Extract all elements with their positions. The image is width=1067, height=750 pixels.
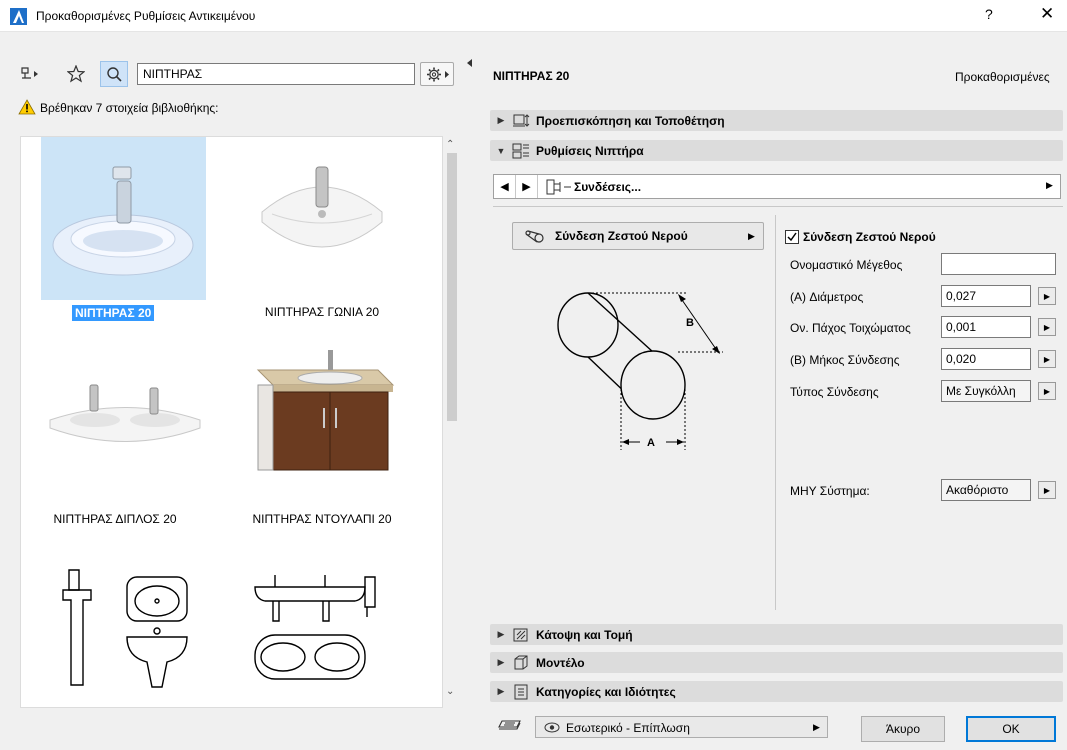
nominal-size-input[interactable] <box>941 253 1056 275</box>
layer-dropdown[interactable]: Εσωτερικό - Επίπλωση ▶ <box>535 716 828 738</box>
pipe-dimension-diagram: A B <box>557 292 723 450</box>
library-item-label[interactable]: ΝΙΠΤΗΡΑΣ ΔΙΠΛΟΣ 20 <box>15 512 215 526</box>
library-item[interactable] <box>55 565 195 690</box>
connection-length-label: (B) Μήκος Σύνδεσης <box>790 353 900 367</box>
section-label: Μοντέλο <box>536 655 585 670</box>
page-dropdown-arrow-icon[interactable]: ▶ <box>1046 180 1053 191</box>
mep-system-label: ΜΗΥ Σύστημα: <box>790 484 870 498</box>
panel-splitter[interactable] <box>463 32 477 750</box>
checkmark-icon <box>787 232 797 242</box>
diagram-label-a: A <box>647 437 655 449</box>
connection-type-select[interactable]: Με Συγκόλλη <box>941 380 1031 402</box>
diameter-input[interactable]: 0,027 <box>941 285 1031 307</box>
layer-settings-icon[interactable] <box>498 717 524 737</box>
layer-dropdown-label: Εσωτερικό - Επίπλωση <box>566 721 690 735</box>
connections-icon <box>546 179 571 195</box>
library-item[interactable] <box>40 360 210 460</box>
window-title: Προκαθορισμένες Ρυθμίσεις Αντικειμένου <box>36 9 256 23</box>
library-item-label[interactable]: ΝΙΠΤΗΡΑΣ ΓΩΝΙΑ 20 <box>222 305 422 319</box>
eye-icon <box>544 722 560 733</box>
library-item-label[interactable]: ΝΙΠΤΗΡΑΣ 20 <box>72 305 155 321</box>
library-item-selected[interactable] <box>41 137 206 300</box>
connection-length-menu-arrow-icon[interactable]: ▶ <box>1038 350 1056 368</box>
mep-system-select[interactable]: Ακαθόριστο <box>941 479 1031 501</box>
dropdown-arrow-icon: ▶ <box>748 231 755 241</box>
library-tree-icon[interactable] <box>18 62 42 86</box>
corner-washbasin-image <box>261 166 383 248</box>
expand-arrow-icon: ▶ <box>497 686 505 696</box>
diagram-label-b: B <box>686 317 694 329</box>
vanity-cabinet-image <box>256 350 395 471</box>
wall-thickness-label: Ον. Πάχος Τοιχώματος <box>790 321 911 335</box>
floorplan-section-icon <box>513 628 528 641</box>
section-label: Κάτοψη και Τομή <box>536 627 633 642</box>
title-bar: Προκαθορισμένες Ρυθμίσεις Αντικειμένου ?… <box>0 0 1067 32</box>
library-item-label[interactable]: ΝΙΠΤΗΡΑΣ ΝΤΟΥΛΑΠΙ 20 <box>222 512 422 526</box>
section-label: Ρυθμίσεις Νιπτήρα <box>536 143 644 158</box>
model-cube-icon <box>514 655 528 669</box>
pedestal-basin-symbol <box>62 569 188 688</box>
library-scrollbar-thumb[interactable] <box>447 153 457 421</box>
favorites-star-icon[interactable] <box>64 62 88 86</box>
diameter-menu-arrow-icon[interactable]: ▶ <box>1038 287 1056 305</box>
ok-button[interactable]: OK <box>966 716 1056 742</box>
dropdown-arrow-icon: ▶ <box>813 722 820 732</box>
previous-page-button[interactable]: ◀ <box>494 175 516 198</box>
library-item[interactable] <box>242 142 402 277</box>
gear-icon <box>427 67 449 82</box>
section-label: Προεπισκόπηση και Τοποθέτηση <box>536 113 725 128</box>
page-navigation-bar: ◀ ▶ Συνδέσεις... ▶ <box>493 174 1061 199</box>
wall-thickness-menu-arrow-icon[interactable]: ▶ <box>1038 318 1056 336</box>
library-search-input[interactable] <box>137 63 415 85</box>
expand-arrow-icon: ▶ <box>497 115 505 125</box>
diameter-label: (A) Διάμετρος <box>790 290 864 304</box>
scroll-down-arrow-icon[interactable]: ⌄ <box>446 686 454 697</box>
hot-water-checkbox-label: Σύνδεση Ζεστού Νερού <box>803 230 936 244</box>
wall-thickness-input[interactable]: 0,001 <box>941 316 1031 338</box>
nominal-size-label: Ονομαστικό Μέγεθος <box>790 258 903 272</box>
connection-length-input[interactable]: 0,020 <box>941 348 1031 370</box>
library-item[interactable] <box>245 565 395 690</box>
object-title: ΝΙΠΤΗΡΑΣ 20 <box>493 69 570 83</box>
found-items-text: Βρέθηκαν 7 στοιχεία βιβλιοθήκης: <box>40 101 219 115</box>
mep-system-menu-arrow-icon[interactable]: ▶ <box>1038 481 1056 499</box>
expand-arrow-icon: ▶ <box>497 629 505 639</box>
search-toggle-button[interactable] <box>100 61 128 87</box>
preview-placement-icon <box>513 113 530 127</box>
cancel-button[interactable]: Άκυρο <box>861 716 945 742</box>
page-selector-label[interactable]: Συνδέσεις... <box>574 180 641 194</box>
collapse-left-icon[interactable] <box>466 58 474 68</box>
section-preview[interactable]: ▶ Προεπισκόπηση και Τοποθέτηση <box>490 110 1063 131</box>
search-icon <box>107 67 122 82</box>
section-floorplan[interactable]: ▶ Κάτοψη και Τομή <box>490 624 1063 645</box>
preset-label: Προκαθορισμένες <box>955 70 1050 84</box>
hot-water-connection-button[interactable]: Σύνδεση Ζεστού Νερού ▶ <box>512 222 764 250</box>
hot-water-checkbox[interactable] <box>785 230 799 244</box>
section-label: Κατηγορίες και Ιδιότητες <box>536 684 676 699</box>
connection-type-menu-arrow-icon[interactable]: ▶ <box>1038 382 1056 400</box>
close-button[interactable]: ✕ <box>1040 4 1054 24</box>
section-model[interactable]: ▶ Μοντέλο <box>490 652 1063 673</box>
button-label: Σύνδεση Ζεστού Νερού <box>555 229 688 243</box>
double-washbasin-image <box>49 384 201 442</box>
collapse-arrow-icon: ▼ <box>496 145 506 156</box>
archicad-app-icon <box>10 8 27 25</box>
search-settings-button[interactable] <box>420 62 454 86</box>
categories-properties-icon <box>514 684 528 699</box>
scroll-up-arrow-icon[interactable]: ⌃ <box>446 139 454 150</box>
section-categories[interactable]: ▶ Κατηγορίες και Ιδιότητες <box>490 681 1063 702</box>
help-button[interactable]: ? <box>985 6 993 22</box>
washbasin-image <box>52 166 194 276</box>
expand-arrow-icon: ▶ <box>497 657 505 667</box>
next-page-button[interactable]: ▶ <box>516 175 538 198</box>
basin-settings-icon <box>512 143 529 158</box>
warning-icon <box>18 99 36 115</box>
panel-divider <box>775 215 776 610</box>
connection-type-label: Τύπος Σύνδεσης <box>790 385 879 399</box>
library-item[interactable] <box>248 340 398 475</box>
pipe-icon <box>525 230 544 243</box>
double-basin-symbol <box>254 575 376 680</box>
section-settings[interactable]: ▼ Ρυθμίσεις Νιπτήρα <box>490 140 1063 161</box>
